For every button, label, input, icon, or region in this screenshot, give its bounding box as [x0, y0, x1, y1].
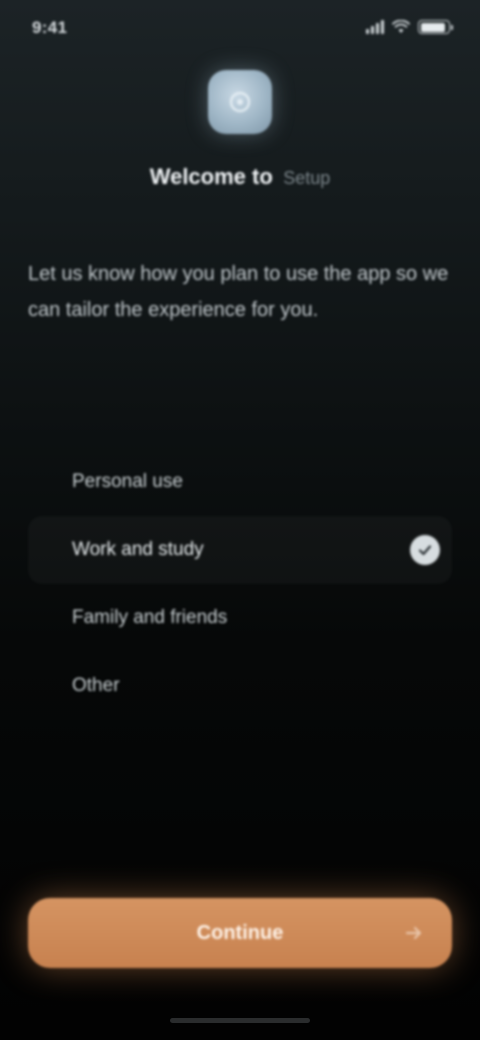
status-icons — [366, 20, 453, 34]
option-label: Personal use — [72, 471, 183, 492]
continue-button[interactable]: Continue — [28, 898, 452, 968]
options-list: Personal use Work and study Family and f… — [28, 448, 452, 720]
home-indicator — [170, 1018, 310, 1023]
option-item[interactable]: Personal use — [28, 448, 452, 516]
status-time: 9:41 — [32, 18, 68, 37]
option-item-selected[interactable]: Work and study — [28, 516, 452, 584]
option-label: Work and study — [72, 539, 204, 560]
check-icon — [410, 535, 440, 565]
description-text: Let us know how you plan to use the app … — [28, 263, 449, 321]
battery-icon — [418, 20, 453, 34]
page-title: Welcome to Setup — [0, 164, 480, 190]
title-main: Welcome to — [149, 164, 273, 189]
logo-mark-icon — [229, 91, 251, 113]
arrow-right-icon — [405, 926, 422, 940]
option-item[interactable]: Family and friends — [28, 584, 452, 652]
option-label: Other — [72, 675, 120, 696]
option-label: Family and friends — [72, 607, 228, 628]
title-suffix: Setup — [283, 168, 331, 188]
signal-icon — [366, 20, 384, 34]
continue-button-label: Continue — [196, 921, 284, 944]
option-item[interactable]: Other — [28, 652, 452, 720]
wifi-icon — [392, 20, 410, 33]
battery-fill — [420, 22, 445, 32]
app-logo-icon — [208, 70, 272, 134]
status-bar: 9:41 — [0, 0, 480, 60]
